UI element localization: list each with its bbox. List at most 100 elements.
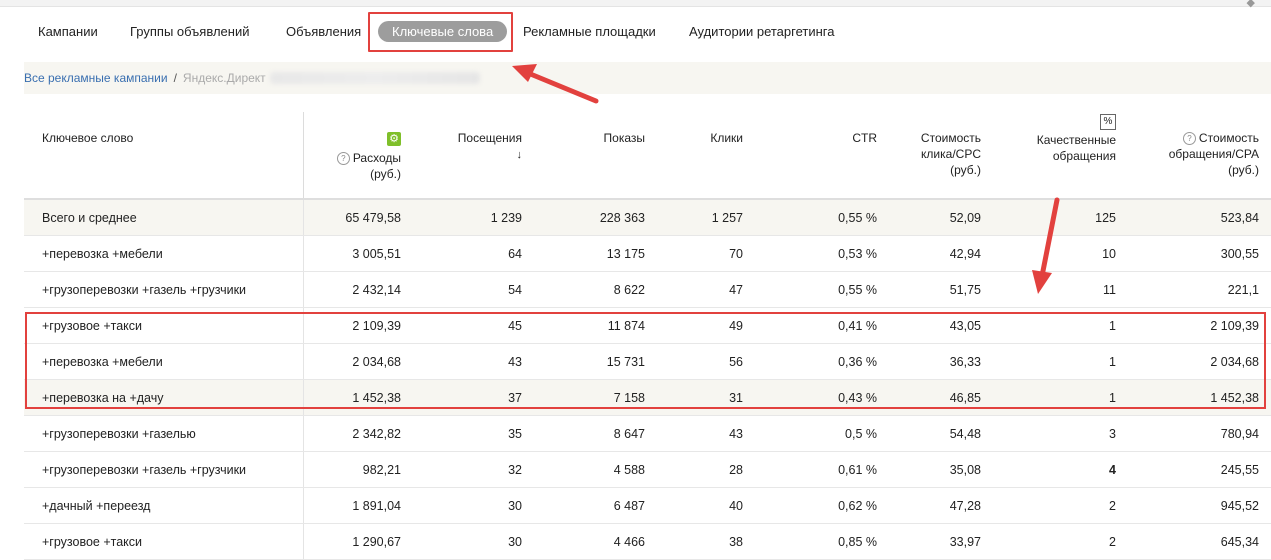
cell-cpc: 35,08 xyxy=(889,451,993,488)
cell-ctr: 0,55 % xyxy=(755,199,889,236)
sort-desc-icon[interactable]: ↓ xyxy=(517,149,523,161)
gear-icon[interactable]: ⚙ xyxy=(387,132,401,146)
help-icon[interactable]: ? xyxy=(336,152,350,165)
window-corner-icon: ◆ xyxy=(1246,0,1255,9)
tab-ad-groups[interactable]: Группы объявлений xyxy=(130,24,249,39)
breadcrumb-bar: Все рекламные кампании / Яндекс.Директ xyxy=(24,62,1271,94)
cell-ctr: 0,5 % xyxy=(755,415,889,452)
cell-keyword: Всего и среднее xyxy=(24,199,304,236)
cell-ctr: 0,62 % xyxy=(755,487,889,524)
cell-visits: 54 xyxy=(413,271,534,308)
annotation-box-rows xyxy=(25,312,1266,409)
tab-campaigns[interactable]: Кампании xyxy=(38,24,98,39)
cell-conversions: 2 xyxy=(993,523,1128,560)
cell-spend: 1 290,67 xyxy=(303,523,413,560)
cell-ctr: 0,85 % xyxy=(755,523,889,560)
header-cpc-unit: (руб.) xyxy=(950,163,981,177)
table-row[interactable]: +грузоперевозки +газель +грузчики 982,21… xyxy=(24,451,1271,488)
table-header-row: Ключевое слово ⚙ ? Расходы (руб.) Посещен… xyxy=(24,112,1271,199)
header-cpa[interactable]: ? Стоимость обращения/CPA (руб.) xyxy=(1128,112,1271,199)
header-visits[interactable]: Посещения ↓ xyxy=(413,112,534,199)
header-cpc-line1: Стоимость xyxy=(920,131,981,145)
tab-ads[interactable]: Объявления xyxy=(286,24,361,39)
table-row[interactable]: +грузоперевозки +газель +грузчики 2 432,… xyxy=(24,271,1271,308)
table-row[interactable]: +грузоперевозки +газелью 2 342,82 35 8 6… xyxy=(24,415,1271,452)
cell-spend: 2 432,14 xyxy=(303,271,413,308)
cell-keyword: +перевозка +мебели xyxy=(24,235,304,272)
cell-conversions: 2 xyxy=(993,487,1128,524)
header-cpc-line2: клика/CPC xyxy=(921,147,981,161)
header-cpa-line2: обращения/CPA xyxy=(1168,147,1259,161)
cell-impressions: 13 175 xyxy=(534,235,657,272)
cell-visits: 30 xyxy=(413,487,534,524)
header-visits-label: Посещения xyxy=(457,131,522,145)
header-clicks[interactable]: Клики xyxy=(657,112,755,199)
blurred-text xyxy=(269,72,480,84)
cell-impressions: 4 466 xyxy=(534,523,657,560)
cell-cpa: 780,94 xyxy=(1128,415,1271,452)
cell-cpa: 523,84 xyxy=(1128,199,1271,236)
cell-ctr: 0,61 % xyxy=(755,451,889,488)
cell-visits: 64 xyxy=(413,235,534,272)
tab-ad-platforms[interactable]: Рекламные площадки xyxy=(523,24,656,39)
header-cpa-line1: Стоимость xyxy=(1198,131,1259,145)
table-row[interactable]: +перевозка +мебели 3 005,51 64 13 175 70… xyxy=(24,235,1271,272)
header-impressions[interactable]: Показы xyxy=(534,112,657,199)
cell-ctr: 0,55 % xyxy=(755,271,889,308)
cell-conversions: 125 xyxy=(993,199,1128,236)
cell-spend: 3 005,51 xyxy=(303,235,413,272)
cell-cpa: 300,55 xyxy=(1128,235,1271,272)
breadcrumb: Все рекламные кампании / Яндекс.Директ xyxy=(24,71,480,85)
cell-impressions: 228 363 xyxy=(534,199,657,236)
cell-spend: 2 342,82 xyxy=(303,415,413,452)
table-row[interactable]: +дачный +переезд 1 891,04 30 6 487 40 0,… xyxy=(24,487,1271,524)
cell-spend: 982,21 xyxy=(303,451,413,488)
cell-keyword: +грузоперевозки +газель +грузчики xyxy=(24,271,304,308)
cell-visits: 32 xyxy=(413,451,534,488)
cell-conversions: 4 xyxy=(993,451,1128,488)
header-conv-line2: обращения xyxy=(1052,149,1116,163)
cell-impressions: 8 622 xyxy=(534,271,657,308)
tab-bar: Кампании Группы объявлений Объявления Кл… xyxy=(0,18,1271,48)
cell-visits: 35 xyxy=(413,415,534,452)
header-keyword[interactable]: Ключевое слово xyxy=(24,112,304,199)
cell-cpc: 42,94 xyxy=(889,235,993,272)
cell-keyword: +грузоперевозки +газель +грузчики xyxy=(24,451,304,488)
table-row[interactable]: +грузовое +такси 1 290,67 30 4 466 38 0,… xyxy=(24,523,1271,560)
cell-impressions: 4 588 xyxy=(534,451,657,488)
cell-cpc: 33,97 xyxy=(889,523,993,560)
cell-conversions: 10 xyxy=(993,235,1128,272)
cell-visits: 1 239 xyxy=(413,199,534,236)
cell-cpa: 645,34 xyxy=(1128,523,1271,560)
cell-clicks: 43 xyxy=(657,415,755,452)
cell-cpa: 221,1 xyxy=(1128,271,1271,308)
cell-clicks: 40 xyxy=(657,487,755,524)
header-conversions[interactable]: % Качественные обращения xyxy=(993,112,1128,199)
header-cpc[interactable]: Стоимость клика/CPC (руб.) xyxy=(889,112,993,199)
cell-cpa: 245,55 xyxy=(1128,451,1271,488)
cell-spend: 1 891,04 xyxy=(303,487,413,524)
cell-impressions: 8 647 xyxy=(534,415,657,452)
header-spend-label: Расходы xyxy=(352,151,401,165)
help-icon[interactable]: ? xyxy=(1182,132,1196,145)
cell-cpc: 52,09 xyxy=(889,199,993,236)
breadcrumb-current: Яндекс.Директ xyxy=(182,71,266,85)
cell-cpc: 51,75 xyxy=(889,271,993,308)
tab-retargeting-audiences[interactable]: Аудитории ретаргетинга xyxy=(689,24,834,39)
header-spend[interactable]: ⚙ ? Расходы (руб.) xyxy=(303,112,413,199)
breadcrumb-separator: / xyxy=(173,71,177,85)
cell-clicks: 28 xyxy=(657,451,755,488)
cell-impressions: 6 487 xyxy=(534,487,657,524)
cell-clicks: 38 xyxy=(657,523,755,560)
cell-cpc: 47,28 xyxy=(889,487,993,524)
cell-keyword: +дачный +переезд xyxy=(24,487,304,524)
header-cpa-unit: (руб.) xyxy=(1228,163,1259,177)
cell-cpa: 945,52 xyxy=(1128,487,1271,524)
cell-clicks: 1 257 xyxy=(657,199,755,236)
cell-keyword: +грузоперевозки +газелью xyxy=(24,415,304,452)
cell-ctr: 0,53 % xyxy=(755,235,889,272)
header-conv-line1: Качественные xyxy=(1036,133,1116,147)
breadcrumb-all-campaigns-link[interactable]: Все рекламные кампании xyxy=(24,71,168,85)
percent-icon[interactable]: % xyxy=(1100,114,1116,130)
header-ctr[interactable]: CTR xyxy=(755,112,889,199)
